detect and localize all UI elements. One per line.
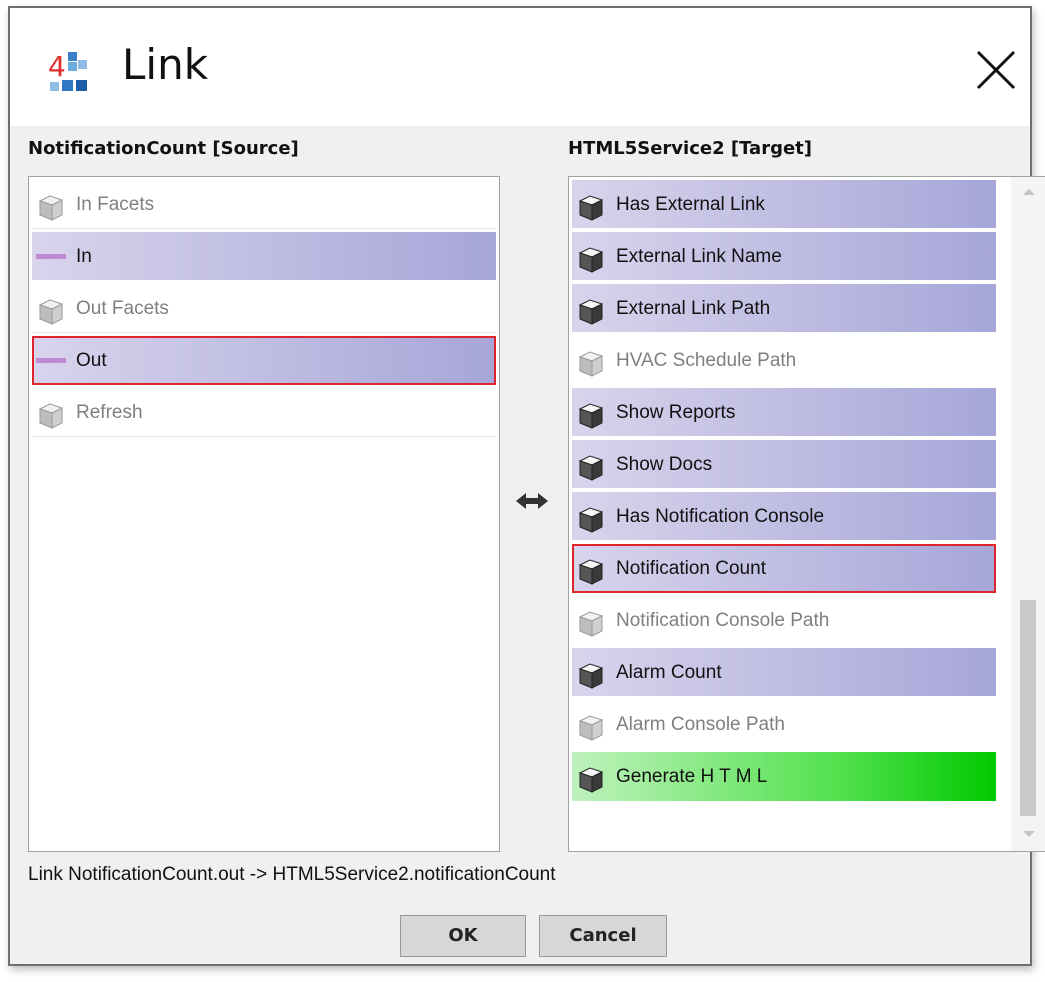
target-slot-row[interactable]: Show Reports xyxy=(572,388,996,437)
svg-text:4: 4 xyxy=(48,50,66,83)
target-slot-row[interactable]: Alarm Count xyxy=(572,648,996,697)
close-icon[interactable] xyxy=(974,48,1018,92)
source-slot-list[interactable]: In Facets In Out Facets Out Refresh xyxy=(28,176,500,852)
property-dash-icon xyxy=(36,254,66,259)
ok-button[interactable]: OK xyxy=(400,915,526,957)
source-slot-row-label: Out Facets xyxy=(76,298,169,319)
slot-cube-icon xyxy=(577,763,605,793)
target-slot-row-label: Has External Link xyxy=(616,194,765,215)
target-slot-row-label: Show Docs xyxy=(616,454,713,475)
bidirectional-arrow-icon xyxy=(516,493,548,509)
slot-cube-icon xyxy=(37,191,65,221)
target-slot-row-label: Show Reports xyxy=(616,402,736,423)
link-dialog: 4 Link NotificationCount [Source] HTML5S… xyxy=(8,6,1045,966)
target-slot-row-label: External Link Name xyxy=(616,246,782,267)
slot-cube-icon xyxy=(577,607,605,637)
slot-cube-icon xyxy=(577,347,605,377)
source-slot-row-label: In Facets xyxy=(76,194,155,215)
slot-cube-icon xyxy=(577,399,605,429)
slot-cube-icon xyxy=(37,295,65,325)
slot-cube-icon xyxy=(577,555,605,585)
scroll-down-arrow-icon[interactable] xyxy=(1023,831,1035,837)
target-list-scrollbar[interactable] xyxy=(1011,177,1045,851)
slot-cube-icon xyxy=(577,451,605,481)
target-slot-row-label: HVAC Schedule Path xyxy=(616,350,797,371)
link-description: Link NotificationCount.out -> HTML5Servi… xyxy=(28,864,556,885)
target-slot-row-label: Has Notification Console xyxy=(616,506,825,527)
target-slot-row-label: Notification Count xyxy=(616,558,766,579)
target-slot-row-label: Alarm Console Path xyxy=(616,714,785,735)
scroll-thumb[interactable] xyxy=(1020,600,1036,816)
target-slot-row-label: Notification Console Path xyxy=(616,610,830,631)
target-slot-row[interactable]: Notification Console Path xyxy=(572,596,996,645)
property-dash-icon xyxy=(36,358,66,363)
target-slot-row[interactable]: External Link Path xyxy=(572,284,996,333)
target-slot-row[interactable]: HVAC Schedule Path xyxy=(572,336,996,385)
source-slot-row-label: In xyxy=(76,246,92,267)
source-slot-row-label: Out xyxy=(76,350,107,371)
target-slot-list[interactable]: Has External Link External Link Name Exter… xyxy=(568,176,1045,852)
target-slot-row[interactable]: External Link Name xyxy=(572,232,996,281)
slot-cube-icon xyxy=(577,243,605,273)
target-panel-header: HTML5Service2 [Target] xyxy=(568,138,813,159)
dialog-title: Link xyxy=(122,40,209,89)
target-slot-row[interactable]: Has External Link xyxy=(572,180,996,229)
target-slot-row-label: Generate H T M L xyxy=(616,766,768,787)
dialog-titlebar: 4 Link xyxy=(10,8,1030,126)
source-slot-row[interactable]: In Facets xyxy=(32,180,496,229)
source-slot-row[interactable]: Out Facets xyxy=(32,284,496,333)
source-slot-row-label: Refresh xyxy=(76,402,143,423)
scroll-up-arrow-icon[interactable] xyxy=(1023,189,1035,195)
target-slot-row-label: External Link Path xyxy=(616,298,771,319)
slot-cube-icon xyxy=(37,399,65,429)
slot-cube-icon xyxy=(577,503,605,533)
niagara-4-logo-icon: 4 xyxy=(48,50,87,91)
target-slot-row[interactable]: Alarm Console Path xyxy=(572,700,996,749)
target-slot-row-label: Alarm Count xyxy=(616,662,722,683)
source-panel-header: NotificationCount [Source] xyxy=(28,138,299,159)
target-slot-row[interactable]: Notification Count xyxy=(572,544,996,593)
source-slot-row[interactable]: Refresh xyxy=(32,388,496,437)
slot-cube-icon xyxy=(577,659,605,689)
slot-cube-icon xyxy=(577,711,605,741)
target-slot-row[interactable]: Show Docs xyxy=(572,440,996,489)
cancel-button[interactable]: Cancel xyxy=(539,915,667,957)
slot-cube-icon xyxy=(577,191,605,221)
target-slot-row[interactable]: Generate H T M L xyxy=(572,752,996,801)
slot-cube-icon xyxy=(577,295,605,325)
source-slot-row[interactable]: Out xyxy=(32,336,496,385)
source-slot-row[interactable]: In xyxy=(32,232,496,281)
target-slot-row[interactable]: Has Notification Console xyxy=(572,492,996,541)
